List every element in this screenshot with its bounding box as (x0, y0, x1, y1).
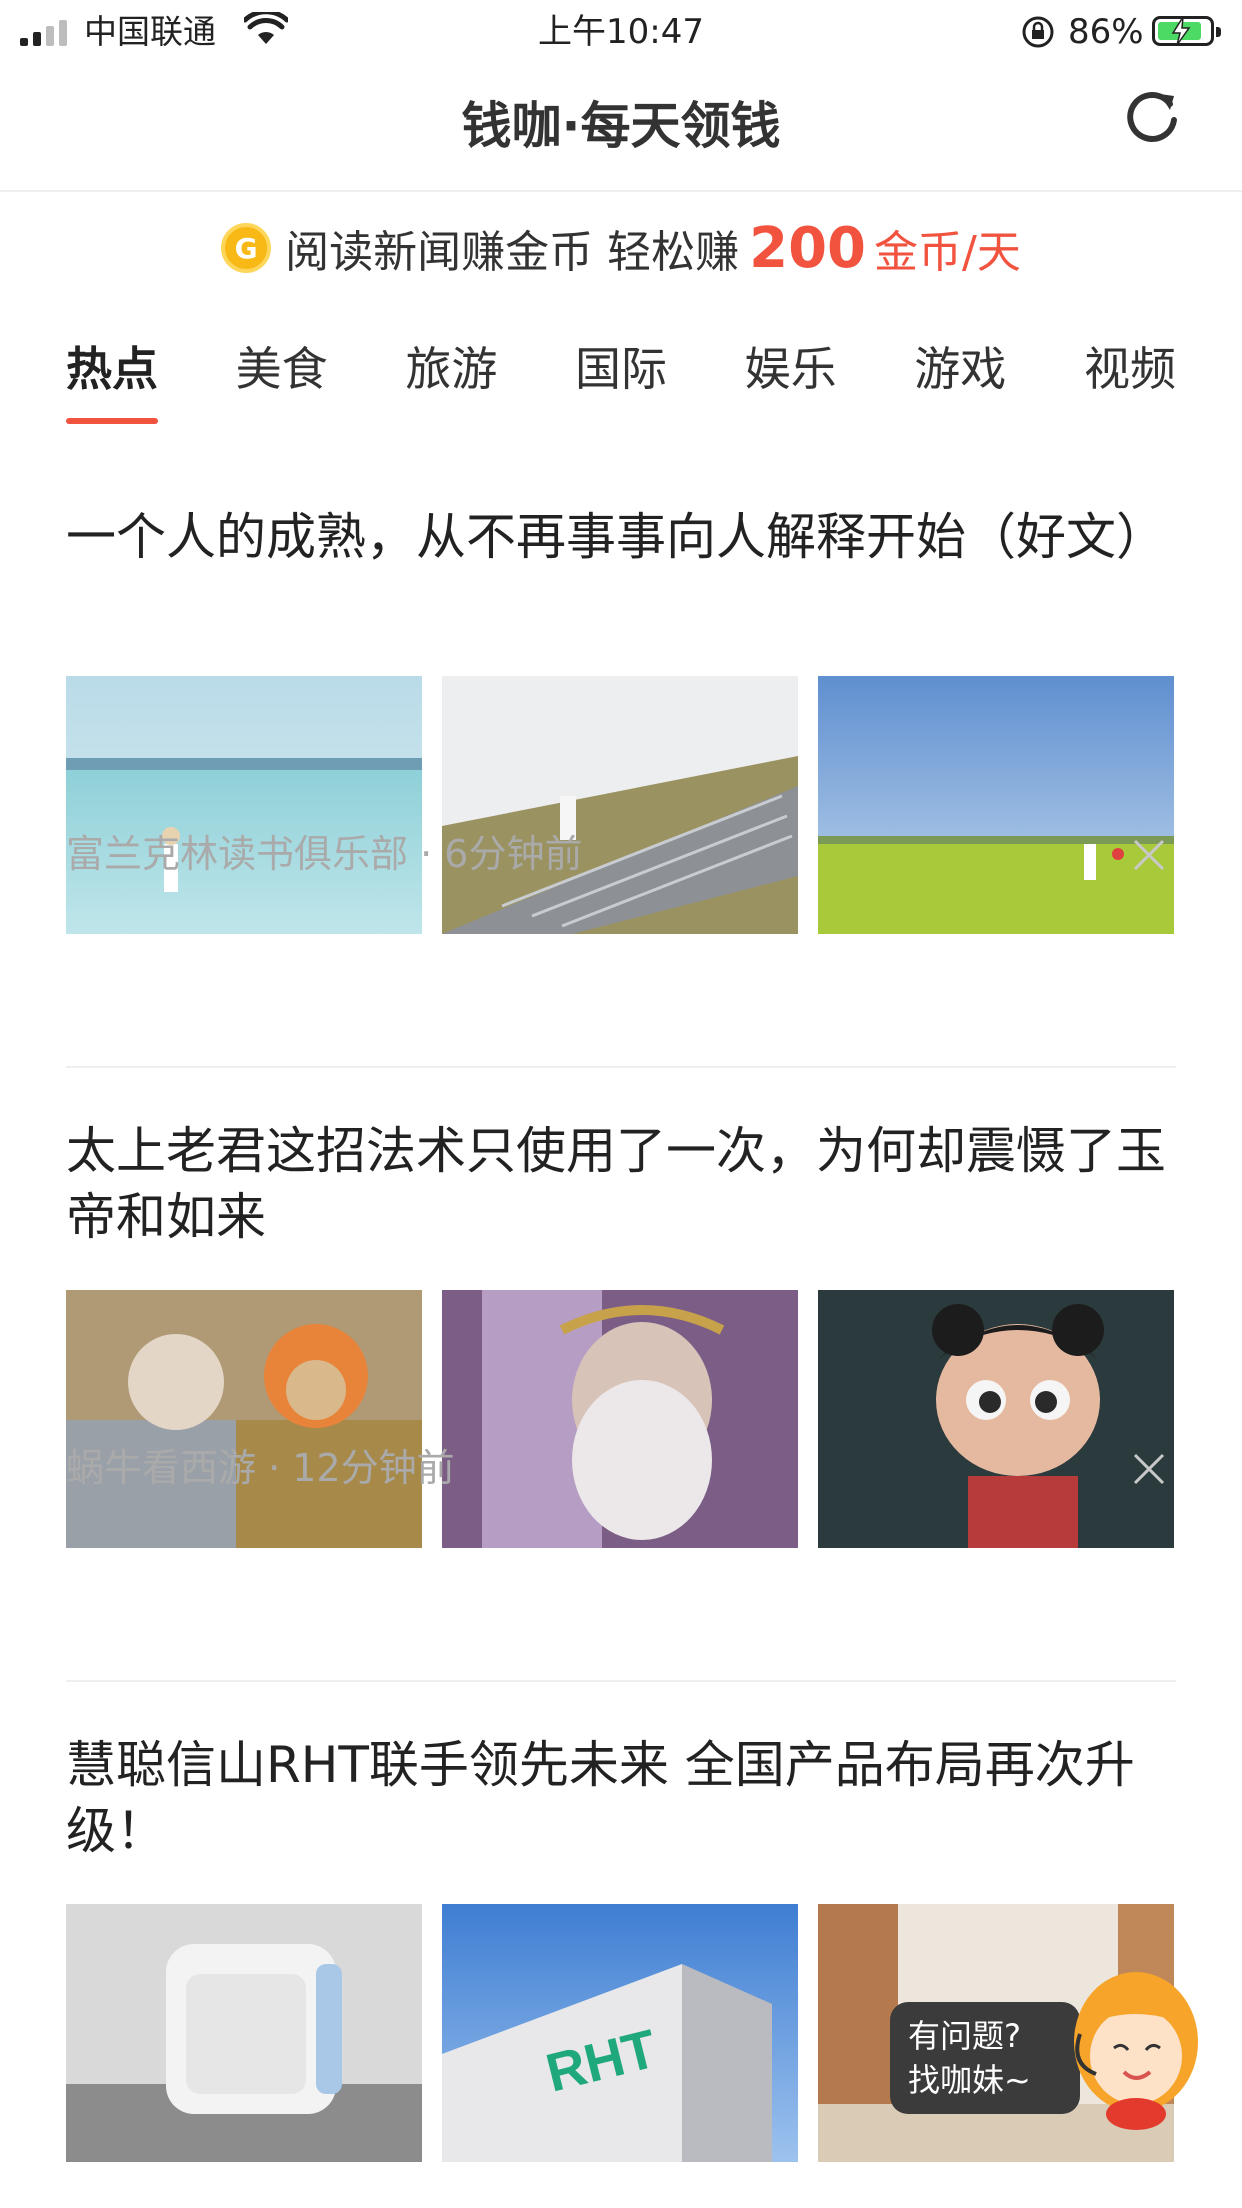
page-title: 钱咖·每天领钱 (461, 97, 781, 155)
article-time: 6分钟前 (444, 832, 583, 876)
article-image-monkey-kings[interactable] (66, 1290, 422, 1548)
tab-travel[interactable]: 旅游 (405, 336, 497, 426)
banner-unit: 金币/天 (874, 227, 1021, 278)
gold-coin-icon: G (221, 223, 272, 273)
article-card[interactable]: 一个人的成熟，从不再事事向人解释开始（好文） 富兰克林读书俱乐部 · 6分钟前 (66, 504, 1176, 1024)
status-bar: 中国联通 上午10:47 86% (0, 0, 1242, 66)
article-card[interactable]: 太上老君这招法术只使用了一次，为何却震慑了玉帝和如来 蜗牛看西游 · 12分钟前 (66, 1118, 1176, 1638)
article-card[interactable]: 慧聪信山RHT联手领先未来 全国产品布局再次升级！ RHT (66, 1732, 1176, 2208)
article-images[interactable] (66, 1290, 1174, 1548)
divider (66, 1680, 1176, 1682)
article-image-air-purifier[interactable] (66, 1904, 422, 2162)
banner-amount: 200 (749, 215, 867, 281)
article-image-rht-building[interactable]: RHT (442, 1904, 798, 2162)
divider (66, 1066, 1176, 1068)
mascot-avatar-icon[interactable] (1066, 1964, 1206, 2134)
article-source: 蜗牛看西游 (66, 1446, 257, 1490)
help-bubble[interactable]: 有问题? 找咖妹~ (890, 2002, 1096, 2114)
article-image-taishang-laojun[interactable] (442, 1290, 798, 1548)
rotation-lock-icon (1020, 14, 1056, 54)
meta-separator: · (268, 1446, 293, 1490)
article-image-field[interactable] (818, 676, 1174, 934)
article-image-lake[interactable] (66, 676, 422, 934)
tab-food[interactable]: 美食 (236, 336, 328, 426)
article-title[interactable]: 太上老君这招法术只使用了一次，为何却震慑了玉帝和如来 (66, 1118, 1176, 1250)
help-line-2: 找咖妹~ (908, 2061, 1031, 2099)
article-image-nezha[interactable] (818, 1290, 1174, 1548)
tab-entertainment[interactable]: 娱乐 (745, 336, 837, 426)
article-meta: 蜗牛看西游 · 12分钟前 (66, 1440, 455, 1496)
banner-text: 阅读新闻赚金币 轻松赚 (285, 227, 740, 278)
coin-promo-banner[interactable]: G 阅读新闻赚金币 轻松赚 200 金币/天 (0, 212, 1242, 284)
article-images[interactable] (66, 676, 1174, 934)
article-title[interactable]: 一个人的成熟，从不再事事向人解释开始（好文） (66, 504, 1176, 570)
tab-video[interactable]: 视频 (1084, 336, 1176, 426)
article-image-stairs[interactable] (442, 676, 798, 934)
help-line-1: 有问题? (908, 2017, 1021, 2055)
close-icon[interactable] (1132, 1452, 1166, 1486)
battery-icon (1152, 16, 1221, 46)
article-source: 富兰克林读书俱乐部 (66, 832, 409, 876)
article-title[interactable]: 慧聪信山RHT联手领先未来 全国产品布局再次升级！ (66, 1732, 1176, 1864)
tab-games[interactable]: 游戏 (914, 336, 1006, 426)
tab-hot[interactable]: 热点 (66, 336, 158, 426)
meta-separator: · (420, 832, 445, 876)
battery-percent: 86% (1068, 12, 1144, 52)
tab-international[interactable]: 国际 (575, 336, 667, 426)
article-meta: 富兰克林读书俱乐部 · 6分钟前 (66, 826, 582, 882)
article-time: 12分钟前 (292, 1446, 455, 1490)
category-tabs: 热点 美食 旅游 国际 娱乐 游戏 视频 (66, 336, 1176, 426)
close-icon[interactable] (1132, 838, 1166, 872)
nav-bar: 钱咖·每天领钱 (0, 66, 1242, 192)
refresh-icon[interactable] (1124, 86, 1184, 146)
